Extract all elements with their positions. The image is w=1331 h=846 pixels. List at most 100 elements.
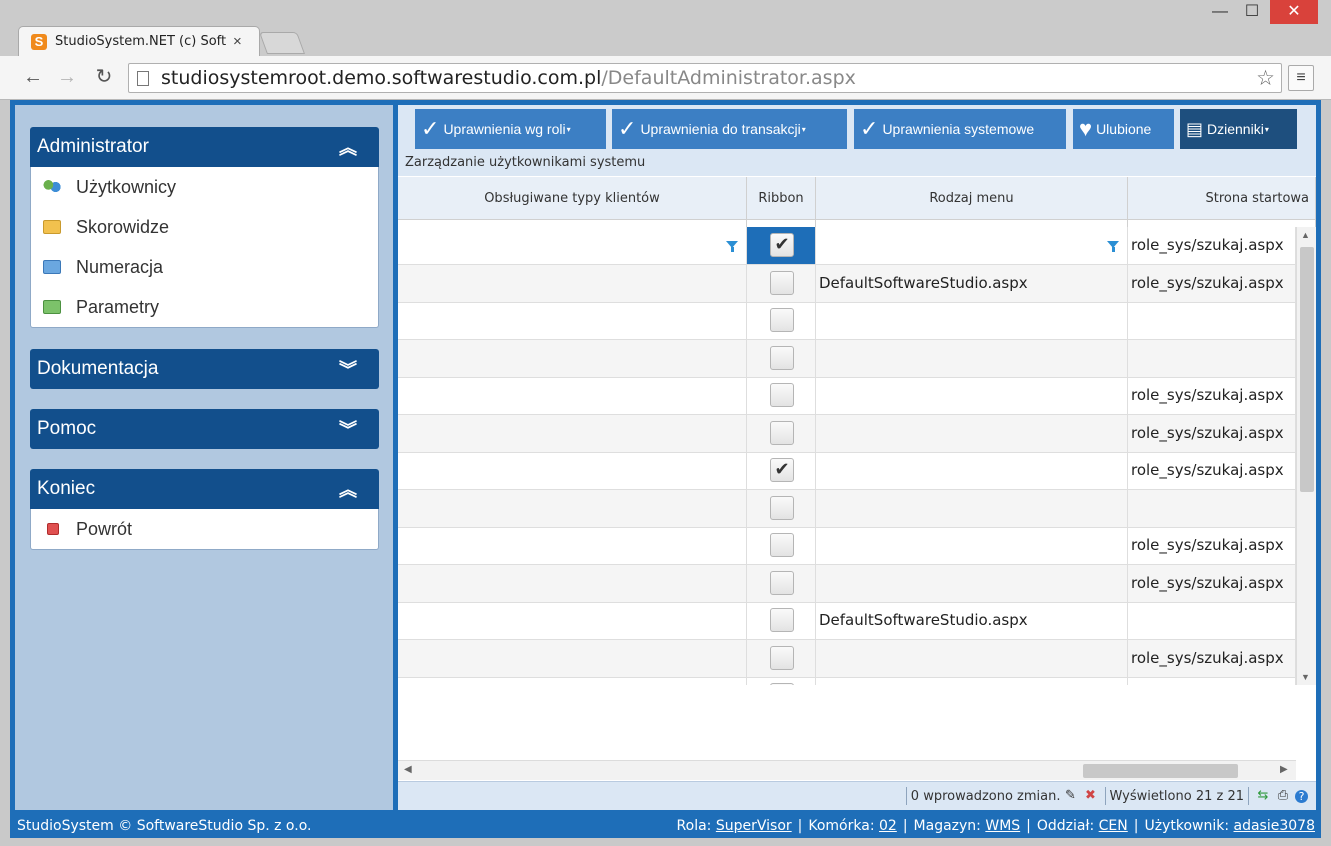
uprawnienia-do-transakcji-button[interactable]: ✓ Uprawnienia do transakcji ▾ bbox=[612, 109, 847, 149]
cell-menu[interactable] bbox=[816, 227, 1128, 264]
uprawnienia-wg-roli-button[interactable]: ✓ Uprawnienia wg roli ▾ bbox=[415, 109, 606, 149]
address-bar[interactable]: studiosystemroot.demo.softwarestudio.com… bbox=[128, 63, 1282, 93]
cell-ribbon[interactable]: ✔ bbox=[747, 452, 816, 489]
ribbon-checkbox[interactable]: ✔ bbox=[770, 458, 794, 482]
scroll-right-icon[interactable]: ▶ bbox=[1280, 764, 1288, 775]
cell-start-page[interactable]: role_sys/szukaj.aspx bbox=[1128, 264, 1296, 302]
cell-menu[interactable] bbox=[816, 489, 1128, 527]
horizontal-scrollbar[interactable]: ◀ ▶ bbox=[398, 760, 1296, 780]
cell-start-page[interactable]: role_sys/szukaj.aspx bbox=[1128, 564, 1296, 602]
cell-types[interactable] bbox=[398, 377, 747, 414]
cell-start-page[interactable]: role_sys/szukaj.aspx bbox=[1128, 414, 1296, 452]
cell-menu[interactable] bbox=[816, 302, 1128, 339]
cell-menu[interactable] bbox=[816, 677, 1128, 685]
window-minimize-button[interactable]: — bbox=[1208, 0, 1232, 24]
ribbon-checkbox[interactable] bbox=[770, 270, 794, 295]
cell-ribbon[interactable] bbox=[747, 527, 816, 564]
window-maximize-button[interactable]: ☐ bbox=[1240, 0, 1264, 24]
cell-link[interactable]: 02 bbox=[879, 818, 897, 834]
cell-types[interactable] bbox=[398, 489, 747, 527]
help-icon[interactable]: ? bbox=[1295, 789, 1308, 803]
cell-start-page[interactable]: role_sys/szukaj.aspx bbox=[1128, 227, 1296, 264]
cell-menu[interactable] bbox=[816, 339, 1128, 377]
cell-types[interactable] bbox=[398, 264, 747, 302]
cell-menu[interactable]: DefaultSoftwareStudio.aspx bbox=[816, 602, 1128, 639]
sidebar-item-powrot[interactable]: Powrót bbox=[31, 509, 378, 549]
cell-menu[interactable] bbox=[816, 527, 1128, 564]
ribbon-checkbox[interactable] bbox=[770, 383, 794, 407]
cell-start-page[interactable] bbox=[1128, 677, 1296, 685]
scrollbar-thumb[interactable] bbox=[1083, 764, 1238, 778]
forward-arrow-icon[interactable]: → bbox=[54, 64, 80, 90]
user-link[interactable]: adasie3078 bbox=[1234, 818, 1315, 834]
save-changes-icon[interactable]: ✎ bbox=[1063, 788, 1079, 804]
cell-types[interactable] bbox=[398, 602, 747, 639]
dzienniki-button[interactable]: ▤ Dzienniki ▾ bbox=[1180, 109, 1297, 149]
table-row[interactable]: role_sys/szukaj.aspx bbox=[398, 564, 1296, 603]
table-row[interactable] bbox=[398, 302, 1296, 340]
cell-start-page[interactable]: role_sys/szukaj.aspx bbox=[1128, 452, 1296, 489]
cancel-changes-icon[interactable]: ✖ bbox=[1083, 788, 1099, 804]
table-row[interactable]: ✔ role_sys/szukaj.aspx bbox=[398, 227, 1296, 265]
ribbon-checkbox[interactable] bbox=[770, 608, 794, 632]
panel-header-administrator[interactable]: Administrator ︽ bbox=[30, 127, 379, 167]
chevron-up-icon[interactable]: ︽ bbox=[339, 134, 357, 160]
scroll-down-icon[interactable]: ▼ bbox=[1301, 672, 1310, 682]
chevron-up-icon[interactable]: ︽ bbox=[339, 476, 357, 502]
sidebar-item-numeracja[interactable]: Numeracja bbox=[31, 247, 378, 287]
cell-start-page[interactable] bbox=[1128, 302, 1296, 339]
cell-start-page[interactable] bbox=[1128, 602, 1296, 639]
sidebar-item-skorowidze[interactable]: Skorowidze bbox=[31, 207, 378, 247]
cell-ribbon[interactable] bbox=[747, 302, 816, 339]
refresh-icon[interactable]: ⇆ bbox=[1255, 788, 1271, 804]
cell-start-page[interactable]: role_sys/szukaj.aspx bbox=[1128, 639, 1296, 677]
vertical-scrollbar[interactable]: ▲ ▼ bbox=[1296, 227, 1316, 685]
cell-types[interactable] bbox=[398, 414, 747, 452]
cell-types[interactable] bbox=[398, 302, 747, 339]
uprawnienia-systemowe-button[interactable]: ✓ Uprawnienia systemowe bbox=[854, 109, 1066, 149]
cell-ribbon[interactable] bbox=[747, 602, 816, 639]
cell-ribbon[interactable] bbox=[747, 377, 816, 414]
cell-types[interactable] bbox=[398, 564, 747, 602]
scrollbar-thumb[interactable] bbox=[1300, 247, 1314, 492]
branch-link[interactable]: CEN bbox=[1099, 818, 1128, 834]
role-link[interactable]: SuperVisor bbox=[716, 818, 792, 834]
cell-ribbon[interactable] bbox=[747, 264, 816, 302]
cell-types[interactable] bbox=[398, 639, 747, 677]
cell-types[interactable] bbox=[398, 452, 747, 489]
table-row[interactable] bbox=[398, 677, 1296, 685]
browser-menu-icon[interactable]: ≡ bbox=[1288, 65, 1314, 91]
tab-close-icon[interactable]: × bbox=[233, 33, 242, 50]
table-row[interactable]: role_sys/szukaj.aspx bbox=[398, 527, 1296, 565]
cell-types[interactable] bbox=[398, 339, 747, 377]
cell-start-page[interactable] bbox=[1128, 339, 1296, 377]
table-row[interactable]: role_sys/szukaj.aspx bbox=[398, 639, 1296, 678]
ribbon-checkbox[interactable] bbox=[770, 533, 794, 557]
window-close-button[interactable]: ✕ bbox=[1270, 0, 1318, 24]
store-link[interactable]: WMS bbox=[985, 818, 1020, 834]
table-row[interactable]: ✔ role_sys/szukaj.aspx bbox=[398, 452, 1296, 490]
table-row[interactable] bbox=[398, 339, 1296, 378]
cell-start-page[interactable] bbox=[1128, 489, 1296, 527]
cell-menu[interactable] bbox=[816, 564, 1128, 602]
sidebar-item-uzytkownicy[interactable]: Użytkownicy bbox=[31, 167, 378, 207]
cell-start-page[interactable]: role_sys/szukaj.aspx bbox=[1128, 527, 1296, 564]
new-tab-button[interactable] bbox=[258, 32, 306, 54]
scroll-up-icon[interactable]: ▲ bbox=[1301, 230, 1310, 240]
cell-ribbon[interactable] bbox=[747, 564, 816, 602]
sidebar-item-parametry[interactable]: Parametry bbox=[31, 287, 378, 327]
cell-start-page[interactable]: role_sys/szukaj.aspx bbox=[1128, 377, 1296, 414]
cell-menu[interactable] bbox=[816, 639, 1128, 677]
cell-ribbon[interactable] bbox=[747, 639, 816, 677]
table-row[interactable]: role_sys/szukaj.aspx bbox=[398, 377, 1296, 415]
column-header-ribbon[interactable]: Ribbon bbox=[747, 177, 816, 220]
ribbon-checkbox[interactable] bbox=[770, 308, 794, 332]
ribbon-checkbox[interactable] bbox=[770, 495, 794, 520]
scroll-left-icon[interactable]: ◀ bbox=[404, 764, 412, 775]
ribbon-checkbox[interactable] bbox=[770, 420, 794, 445]
ribbon-checkbox[interactable] bbox=[770, 683, 794, 685]
cell-types[interactable] bbox=[398, 527, 747, 564]
panel-header-pomoc[interactable]: Pomoc ︾ bbox=[30, 409, 379, 449]
chevron-down-icon[interactable]: ︾ bbox=[339, 356, 357, 382]
column-header-start-page[interactable]: Strona startowa bbox=[1128, 177, 1316, 220]
